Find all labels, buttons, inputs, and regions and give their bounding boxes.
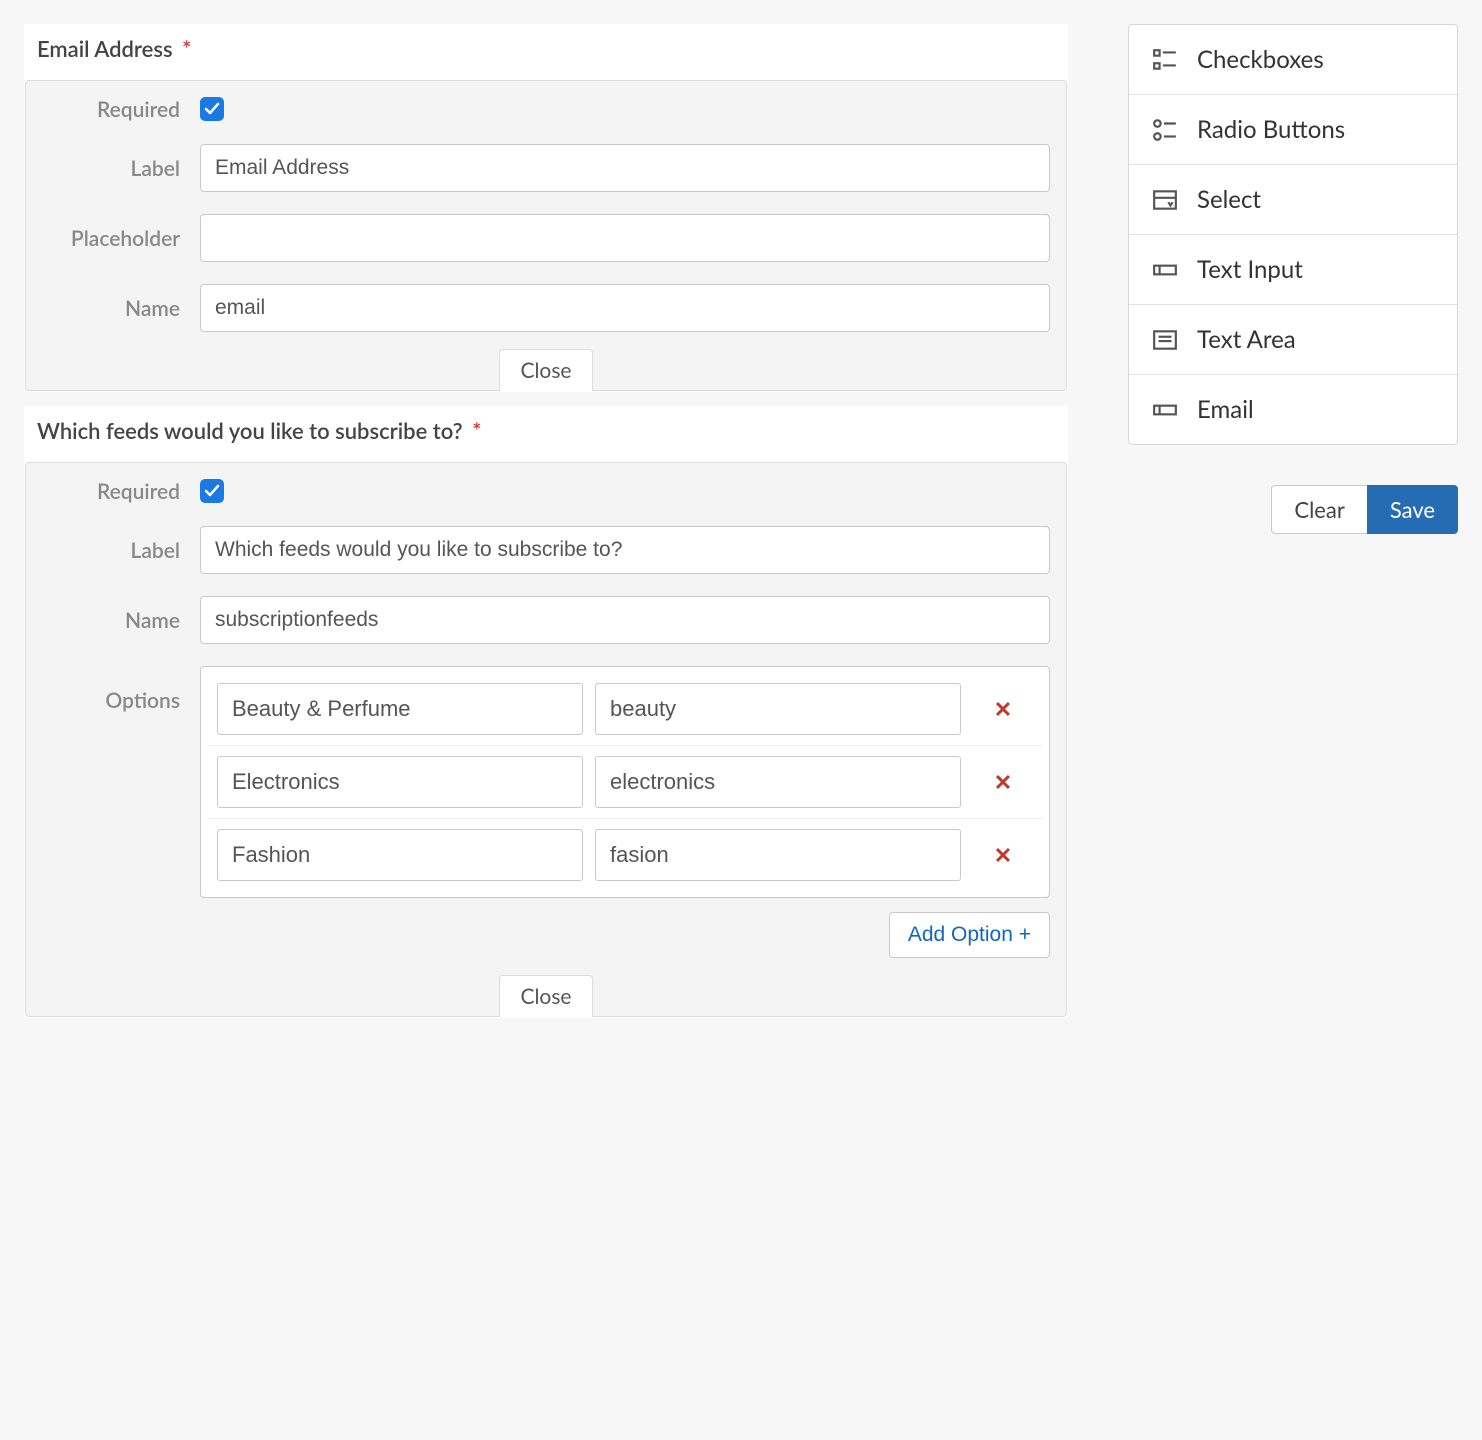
add-option-button[interactable]: Add Option +: [889, 912, 1050, 958]
required-star-icon: *: [472, 417, 481, 444]
palette-item-text-area[interactable]: Text Area: [1129, 305, 1457, 375]
placeholder-label: Placeholder: [42, 226, 200, 251]
field-title: Which feeds would you like to subscribe …: [25, 407, 1067, 462]
label-label: Label: [42, 538, 200, 563]
option-label-input[interactable]: [217, 756, 583, 808]
palette-item-label: Checkboxes: [1197, 45, 1324, 74]
field-block-email: Email Address * Required Label: [24, 24, 1068, 392]
required-checkbox[interactable]: [200, 479, 224, 503]
close-button[interactable]: Close: [499, 975, 592, 1017]
checkmark-icon: [204, 483, 220, 499]
field-editor: Required Label Name: [25, 462, 1067, 1017]
required-star-icon: *: [182, 35, 191, 62]
palette-item-checkboxes[interactable]: Checkboxes: [1129, 25, 1457, 95]
save-button[interactable]: Save: [1367, 485, 1458, 534]
text-input-icon: [1151, 256, 1179, 284]
email-icon: [1151, 396, 1179, 424]
field-block-feeds: Which feeds would you like to subscribe …: [24, 406, 1068, 1018]
placeholder-input[interactable]: [200, 214, 1050, 262]
select-icon: [1151, 186, 1179, 214]
field-palette: Checkboxes Radio Buttons Select Text Inp…: [1128, 24, 1458, 445]
label-input[interactable]: [200, 144, 1050, 192]
field-editor: Required Label Placeholder: [25, 80, 1067, 391]
name-input[interactable]: [200, 284, 1050, 332]
option-row: ✕: [207, 819, 1043, 891]
option-value-input[interactable]: [595, 756, 961, 808]
options-label: Options: [42, 666, 200, 713]
options-list: ✕ ✕ ✕: [200, 666, 1050, 898]
field-title-text: Which feeds would you like to subscribe …: [37, 417, 463, 444]
required-checkbox[interactable]: [200, 97, 224, 121]
palette-item-text-input[interactable]: Text Input: [1129, 235, 1457, 305]
name-input[interactable]: [200, 596, 1050, 644]
field-title-text: Email Address: [37, 35, 173, 62]
required-label: Required: [42, 97, 200, 122]
palette-item-label: Radio Buttons: [1197, 115, 1345, 144]
palette-item-email[interactable]: Email: [1129, 375, 1457, 444]
radio-icon: [1151, 116, 1179, 144]
palette-item-label: Select: [1197, 185, 1261, 214]
palette-item-radio[interactable]: Radio Buttons: [1129, 95, 1457, 165]
required-label: Required: [42, 479, 200, 504]
label-input[interactable]: [200, 526, 1050, 574]
option-delete-icon[interactable]: ✕: [973, 768, 1033, 796]
palette-item-label: Text Area: [1197, 325, 1296, 354]
checkmark-icon: [204, 101, 220, 117]
label-label: Label: [42, 156, 200, 181]
palette-item-label: Text Input: [1197, 255, 1303, 284]
textarea-icon: [1151, 326, 1179, 354]
clear-button[interactable]: Clear: [1271, 485, 1367, 534]
option-delete-icon[interactable]: ✕: [973, 695, 1033, 723]
palette-item-label: Email: [1197, 395, 1254, 424]
close-button[interactable]: Close: [499, 349, 592, 391]
checkboxes-icon: [1151, 46, 1179, 74]
action-buttons: ClearSave: [1128, 485, 1458, 534]
name-label: Name: [42, 608, 200, 633]
option-label-input[interactable]: [217, 829, 583, 881]
option-delete-icon[interactable]: ✕: [973, 841, 1033, 869]
option-value-input[interactable]: [595, 683, 961, 735]
field-title: Email Address *: [25, 25, 1067, 80]
palette-item-select[interactable]: Select: [1129, 165, 1457, 235]
option-value-input[interactable]: [595, 829, 961, 881]
option-label-input[interactable]: [217, 683, 583, 735]
name-label: Name: [42, 296, 200, 321]
option-row: ✕: [207, 673, 1043, 746]
option-row: ✕: [207, 746, 1043, 819]
